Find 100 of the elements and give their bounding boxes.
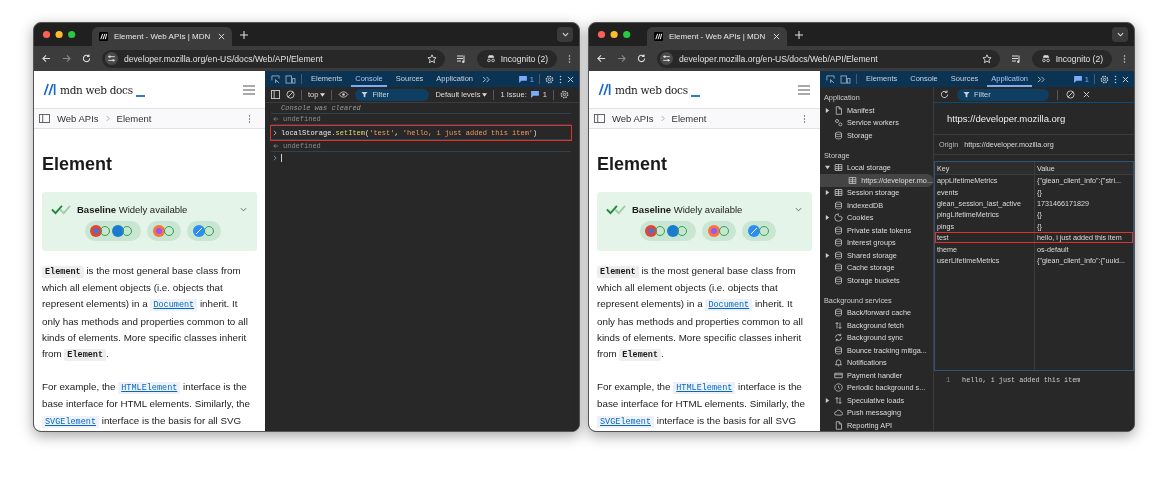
expand-arrow-icon[interactable] <box>824 190 830 196</box>
sidebar-toggle-icon[interactable] <box>594 114 605 123</box>
double-check-icon <box>51 204 71 215</box>
close-icon[interactable] <box>218 33 225 40</box>
cursor-icon <box>690 95 700 97</box>
close-icon[interactable] <box>1083 91 1090 98</box>
expand-arrow-icon[interactable] <box>824 215 830 221</box>
document-icon <box>834 105 843 115</box>
browser-support-icon <box>640 221 696 241</box>
browser-tab[interactable]: Element - Web APIs | MDN <box>647 27 787 46</box>
new-tab-icon[interactable] <box>795 30 803 39</box>
chevron-down-icon[interactable] <box>240 207 247 212</box>
device-toolbar-icon[interactable] <box>285 74 296 84</box>
tab-search-button[interactable] <box>557 27 573 42</box>
link[interactable]: Document <box>150 299 198 312</box>
sidebar-toggle-icon[interactable] <box>39 114 50 123</box>
media-icon[interactable] <box>1010 53 1021 64</box>
baseline-card[interactable]: Baseline Widely available <box>597 192 812 251</box>
back-icon[interactable] <box>42 54 51 63</box>
breadcrumb-link[interactable]: Element <box>671 113 707 124</box>
database-icon <box>834 238 843 248</box>
message-icon <box>1073 75 1082 83</box>
reload-icon[interactable] <box>637 54 646 63</box>
address-bar[interactable]: developer.mozilla.org/en-US/docs/Web/API/Element <box>657 49 1000 68</box>
chevron-right-icon <box>273 129 277 136</box>
window-controls-icon[interactable] <box>42 30 78 39</box>
chevron-right-icon <box>660 115 665 122</box>
site-settings-icon[interactable] <box>660 52 673 65</box>
logo-text[interactable]: mdn web docs <box>60 83 133 96</box>
breadcrumb-link[interactable]: Web APIs <box>612 113 654 124</box>
more-icon[interactable] <box>568 53 571 64</box>
clear-icon[interactable] <box>1066 90 1075 99</box>
media-icon[interactable] <box>455 53 466 64</box>
device-toolbar-icon[interactable] <box>840 74 851 84</box>
close-icon[interactable] <box>567 75 574 83</box>
forward-icon[interactable] <box>62 54 71 63</box>
database-icon <box>834 308 843 318</box>
more-tabs-icon[interactable] <box>482 75 491 83</box>
database-icon <box>834 250 843 260</box>
star-icon[interactable] <box>426 53 437 64</box>
link[interactable]: HTMLElement <box>118 382 181 395</box>
incognito-icon <box>1040 54 1051 63</box>
refresh-icon[interactable] <box>940 90 949 99</box>
close-icon[interactable] <box>773 33 780 40</box>
expand-arrow-icon[interactable] <box>824 165 830 171</box>
incognito-button[interactable]: Incognito (2) <box>476 49 557 68</box>
incognito-button[interactable]: Incognito (2) <box>1031 49 1112 68</box>
gears-icon <box>834 118 843 128</box>
browser-support-icon <box>742 221 776 241</box>
new-tab-icon[interactable] <box>240 30 248 39</box>
database-icon <box>834 275 843 285</box>
expand-arrow-icon[interactable] <box>824 107 830 113</box>
cursor-icon <box>135 95 145 97</box>
browser-tab[interactable]: Element - Web APIs | MDN <box>92 27 232 46</box>
database-icon <box>834 200 843 210</box>
logo-text[interactable]: mdn web docs <box>615 83 688 96</box>
breadcrumb-link[interactable]: Web APIs <box>57 113 99 124</box>
back-icon[interactable] <box>597 54 606 63</box>
inspect-icon[interactable] <box>826 74 835 84</box>
database-icon <box>834 345 843 355</box>
chevron-down-icon[interactable] <box>795 207 802 212</box>
chevron-down-icon <box>561 32 569 37</box>
star-icon[interactable] <box>981 53 992 64</box>
eye-icon[interactable] <box>338 91 350 98</box>
expand-arrow-icon[interactable] <box>824 397 830 403</box>
browser-support-icon <box>702 221 736 241</box>
expand-arrow-icon[interactable] <box>824 252 830 258</box>
window-controls-icon[interactable] <box>597 30 633 39</box>
clear-icon[interactable] <box>286 90 295 99</box>
close-icon[interactable] <box>1122 75 1129 83</box>
filter-icon <box>361 91 369 98</box>
arrows-icon <box>834 395 843 405</box>
tab-search-button[interactable] <box>1112 27 1128 42</box>
bell-icon <box>834 358 843 368</box>
link[interactable]: SVGElement <box>42 415 99 428</box>
database-icon <box>834 225 843 235</box>
chevron-down-icon <box>1116 32 1124 37</box>
link[interactable]: HTMLElement <box>673 382 736 395</box>
chevron-right-icon <box>105 115 110 122</box>
table-icon <box>834 188 843 198</box>
incognito-icon <box>485 54 496 63</box>
text-cursor[interactable] <box>281 153 282 162</box>
address-bar[interactable]: developer.mozilla.org/en-US/docs/Web/API/Element <box>102 49 445 68</box>
link[interactable]: SVGElement <box>597 415 654 428</box>
more-tabs-icon[interactable] <box>1037 75 1046 83</box>
link[interactable]: Document <box>705 299 753 312</box>
baseline-status: Baseline Widely available <box>77 204 188 215</box>
origin-title: https://developer.mozilla.org <box>934 103 1134 135</box>
settings-icon[interactable] <box>1100 74 1109 84</box>
breadcrumb-link[interactable]: Element <box>116 113 152 124</box>
baseline-card[interactable]: Baseline Widely available <box>42 192 257 251</box>
more-icon[interactable] <box>1123 53 1126 64</box>
cookie-icon <box>834 213 843 223</box>
inspect-icon[interactable] <box>271 74 280 84</box>
reload-icon[interactable] <box>82 54 91 63</box>
mdn-favicon-icon <box>654 32 663 41</box>
site-settings-icon[interactable] <box>105 52 118 65</box>
mdn-logo-icon[interactable] <box>43 83 57 96</box>
forward-icon[interactable] <box>617 54 626 63</box>
mdn-logo-icon[interactable] <box>598 83 612 96</box>
